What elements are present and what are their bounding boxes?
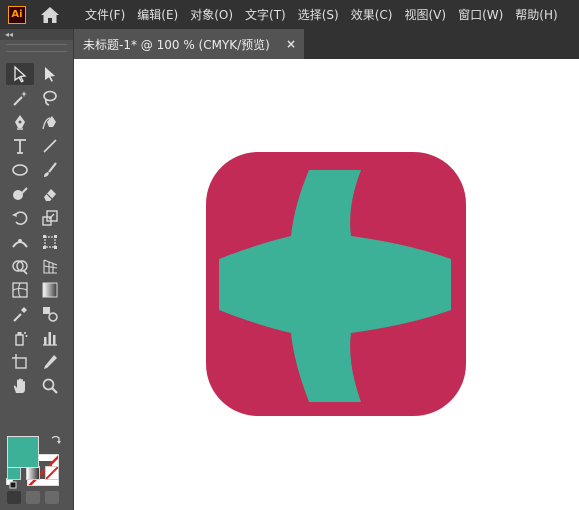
shape-builder-tool[interactable] — [6, 255, 34, 277]
line-tool[interactable] — [36, 135, 64, 157]
scale-icon — [42, 210, 58, 226]
magic-wand-icon — [13, 91, 27, 106]
menu-effect[interactable]: 效果(C) — [345, 6, 399, 23]
shaper-icon — [13, 187, 28, 200]
draw-behind-button[interactable] — [26, 491, 40, 504]
direct-selection-arrow-icon — [45, 67, 55, 82]
gradient-mode-button[interactable] — [26, 466, 40, 480]
menu-file[interactable]: 文件(F) — [79, 6, 131, 23]
symbol-sprayer-icon — [15, 332, 28, 346]
rotate-tool[interactable] — [6, 207, 34, 229]
type-icon — [14, 139, 26, 154]
perspective-grid-icon — [43, 259, 58, 274]
pen-icon — [15, 115, 25, 130]
hand-icon — [13, 378, 25, 393]
paintbrush-tool[interactable] — [36, 159, 64, 181]
home-icon[interactable] — [39, 5, 61, 25]
menu-window[interactable]: 窗口(W) — [452, 6, 509, 23]
gradient-icon — [42, 282, 58, 298]
width-icon — [12, 239, 28, 248]
selection-arrow-icon — [14, 65, 27, 83]
scale-tool[interactable] — [36, 207, 64, 229]
draw-normal-button[interactable] — [7, 491, 21, 504]
symbol-sprayer-tool[interactable] — [6, 327, 34, 349]
free-transform-tool[interactable] — [36, 231, 64, 253]
lasso-tool[interactable] — [36, 87, 64, 109]
fill-color-swatch[interactable] — [7, 436, 39, 468]
line-icon — [43, 139, 57, 153]
magic-wand-tool[interactable] — [6, 87, 34, 109]
swap-fill-stroke-icon[interactable] — [50, 434, 62, 449]
perspective-grid-tool[interactable] — [36, 255, 64, 277]
slice-tool[interactable] — [36, 351, 64, 373]
type-tool[interactable] — [6, 135, 34, 157]
direct-selection-tool[interactable] — [36, 63, 64, 85]
zoom-icon — [42, 378, 58, 394]
document-tab[interactable]: 未标题-1* @ 100 % (CMYK/预览) × — [74, 29, 304, 59]
mesh-icon — [12, 282, 28, 298]
eyedropper-icon — [13, 307, 27, 322]
document-tab-title: 未标题-1* @ 100 % (CMYK/预览) — [83, 37, 270, 52]
menu-select[interactable]: 选择(S) — [292, 6, 345, 23]
pen-tool[interactable] — [6, 111, 34, 133]
drawing-mode-row — [7, 491, 59, 504]
lasso-icon — [43, 90, 57, 106]
artboard-icon — [12, 354, 27, 369]
rotate-icon — [12, 211, 28, 225]
draw-inside-button[interactable] — [45, 491, 59, 504]
blend-tool[interactable] — [36, 303, 64, 325]
hand-tool[interactable] — [6, 375, 34, 397]
color-mode-row — [7, 466, 59, 480]
artboard-tool[interactable] — [6, 351, 34, 373]
selection-tool[interactable] — [6, 63, 34, 85]
curvature-pen-icon — [42, 116, 56, 130]
ellipse-icon — [12, 164, 28, 176]
artboard-canvas[interactable] — [74, 59, 579, 510]
color-mode-button[interactable] — [7, 466, 21, 480]
menu-help[interactable]: 帮助(H) — [509, 6, 563, 23]
illustrator-logo: Ai — [8, 5, 26, 24]
artwork[interactable] — [205, 151, 467, 417]
paintbrush-icon — [44, 162, 57, 177]
none-icon — [46, 467, 58, 479]
blend-icon — [43, 307, 58, 322]
tools-panel: ◂◂ — [0, 29, 74, 510]
free-transform-icon — [43, 235, 57, 249]
toolbar-collapse-button[interactable]: ◂◂ — [0, 29, 73, 40]
eraser-icon — [44, 189, 56, 201]
slice-icon — [44, 355, 57, 369]
none-mode-button[interactable] — [45, 466, 59, 480]
ellipse-tool[interactable] — [6, 159, 34, 181]
menu-view[interactable]: 视图(V) — [398, 6, 452, 23]
curvature-tool[interactable] — [36, 111, 64, 133]
column-graph-tool[interactable] — [36, 327, 64, 349]
menu-bar: Ai 文件(F) 编辑(E) 对象(O) 文字(T) 选择(S) 效果(C) 视… — [0, 0, 579, 29]
eraser-tool[interactable] — [36, 183, 64, 205]
menu-items: 文件(F) 编辑(E) 对象(O) 文字(T) 选择(S) 效果(C) 视图(V… — [79, 6, 564, 23]
zoom-tool[interactable] — [36, 375, 64, 397]
column-graph-icon — [43, 332, 57, 346]
close-icon[interactable]: × — [286, 37, 296, 51]
fill-stroke-controls — [0, 432, 74, 492]
mesh-tool[interactable] — [6, 279, 34, 301]
shaper-tool[interactable] — [6, 183, 34, 205]
menu-edit[interactable]: 编辑(E) — [131, 6, 184, 23]
eyedropper-tool[interactable] — [6, 303, 34, 325]
tool-grid — [6, 63, 68, 399]
menu-type[interactable]: 文字(T) — [239, 6, 292, 23]
menu-object[interactable]: 对象(O) — [184, 6, 239, 23]
document-tab-bar: 未标题-1* @ 100 % (CMYK/预览) × — [74, 29, 579, 59]
gradient-tool[interactable] — [36, 279, 64, 301]
width-tool[interactable] — [6, 231, 34, 253]
shape-builder-icon — [12, 260, 28, 275]
toolbar-grip[interactable] — [6, 44, 67, 52]
